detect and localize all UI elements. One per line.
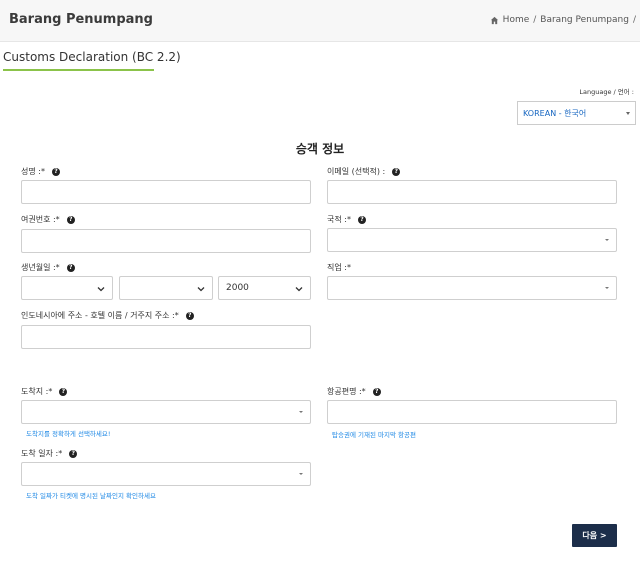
flight-number-label: 항공편명 :* ? (327, 386, 381, 397)
birth-year-value: 2000 (226, 283, 249, 293)
arrival-date-select[interactable] (21, 462, 311, 486)
nationality-select[interactable] (327, 228, 617, 252)
name-input[interactable] (21, 180, 311, 204)
arrival-date-label-text: 도착 일자 :* (21, 449, 63, 458)
arrival-date-hint: 도착 일짜가 티켓에 명시된 날짜인지 확인하세요 (26, 492, 156, 500)
passport-label: 여권번호 :* ? (21, 214, 75, 225)
birth-month-select[interactable] (119, 276, 213, 300)
chevron-down-icon (295, 287, 303, 292)
address-input[interactable] (21, 325, 311, 349)
help-icon[interactable]: ? (392, 167, 401, 176)
email-input[interactable] (327, 180, 617, 204)
top-header: Barang Penumpang Home / Barang Penumpang… (0, 0, 640, 42)
address-label: 인도네시아에 주소 - 호텔 이름 / 거주지 주소 :* ? (21, 310, 194, 321)
language-label: Language / 언어 : (579, 88, 634, 96)
flight-number-hint: 탑승권에 기재된 마지막 항공편 (332, 431, 416, 439)
flight-number-label-text: 항공편명 :* (327, 387, 366, 396)
home-icon (490, 16, 498, 24)
language-select[interactable]: KOREAN - 한국어 (517, 101, 636, 125)
help-icon[interactable]: ? (69, 449, 78, 458)
help-icon[interactable]: ? (372, 387, 381, 396)
arrival-place-select[interactable] (21, 400, 311, 424)
birthdate-label: 생년월일 :* ? (21, 262, 75, 273)
name-label-text: 성명 :* (21, 167, 45, 176)
arrival-place-label-text: 도착지 :* (21, 387, 53, 396)
birth-day-select[interactable] (21, 276, 113, 300)
arrival-date-label: 도착 일자 :* ? (21, 448, 78, 459)
occupation-label: 직업 :* (327, 262, 351, 273)
occupation-select[interactable] (327, 276, 617, 300)
chevron-down-icon (197, 287, 205, 292)
birth-year-select[interactable]: 2000 (218, 276, 311, 300)
flight-number-input[interactable] (327, 400, 617, 424)
address-label-text: 인도네시아에 주소 - 호텔 이름 / 거주지 주소 :* (21, 311, 179, 320)
passport-input[interactable] (21, 229, 311, 253)
chevron-down-icon (97, 287, 105, 292)
arrival-place-hint: 도착지를 정확하게 선택하세요! (26, 430, 111, 438)
tab-active-underline (3, 69, 154, 71)
caret-down-icon (605, 287, 609, 289)
occupation-label-text: 직업 :* (327, 263, 351, 272)
caret-down-icon (299, 473, 303, 475)
caret-down-icon (626, 112, 630, 115)
email-label: 이메일 (선택적) : ? (327, 166, 401, 177)
help-icon[interactable]: ? (357, 215, 366, 224)
help-icon[interactable]: ? (59, 387, 68, 396)
language-selected-value: KOREAN - 한국어 (523, 109, 587, 118)
help-icon[interactable]: ? (185, 311, 194, 320)
section-title: 승객 정보 (295, 142, 345, 156)
email-label-text: 이메일 (선택적) : (327, 167, 386, 176)
breadcrumb-current: Barang Penumpang (540, 15, 629, 25)
app-title: Barang Penumpang (9, 12, 153, 27)
name-label: 성명 :* ? (21, 166, 60, 177)
arrival-place-label: 도착지 :* ? (21, 386, 68, 397)
breadcrumb: Home / Barang Penumpang / (490, 15, 636, 25)
breadcrumb-separator: / (533, 15, 537, 25)
help-icon[interactable]: ? (51, 167, 60, 176)
next-button[interactable]: 다음 > (572, 524, 617, 547)
breadcrumb-home-link[interactable]: Home (503, 15, 530, 25)
breadcrumb-trailing-separator: / (632, 15, 636, 25)
tab-customs-declaration[interactable]: Customs Declaration (BC 2.2) (3, 50, 181, 64)
nationality-label: 국적 :* ? (327, 214, 366, 225)
help-icon[interactable]: ? (66, 263, 75, 272)
birthdate-label-text: 생년월일 :* (21, 263, 60, 272)
passport-label-text: 여권번호 :* (21, 215, 60, 224)
caret-down-icon (299, 411, 303, 413)
help-icon[interactable]: ? (66, 215, 75, 224)
nationality-label-text: 국적 :* (327, 215, 351, 224)
caret-down-icon (605, 239, 609, 241)
